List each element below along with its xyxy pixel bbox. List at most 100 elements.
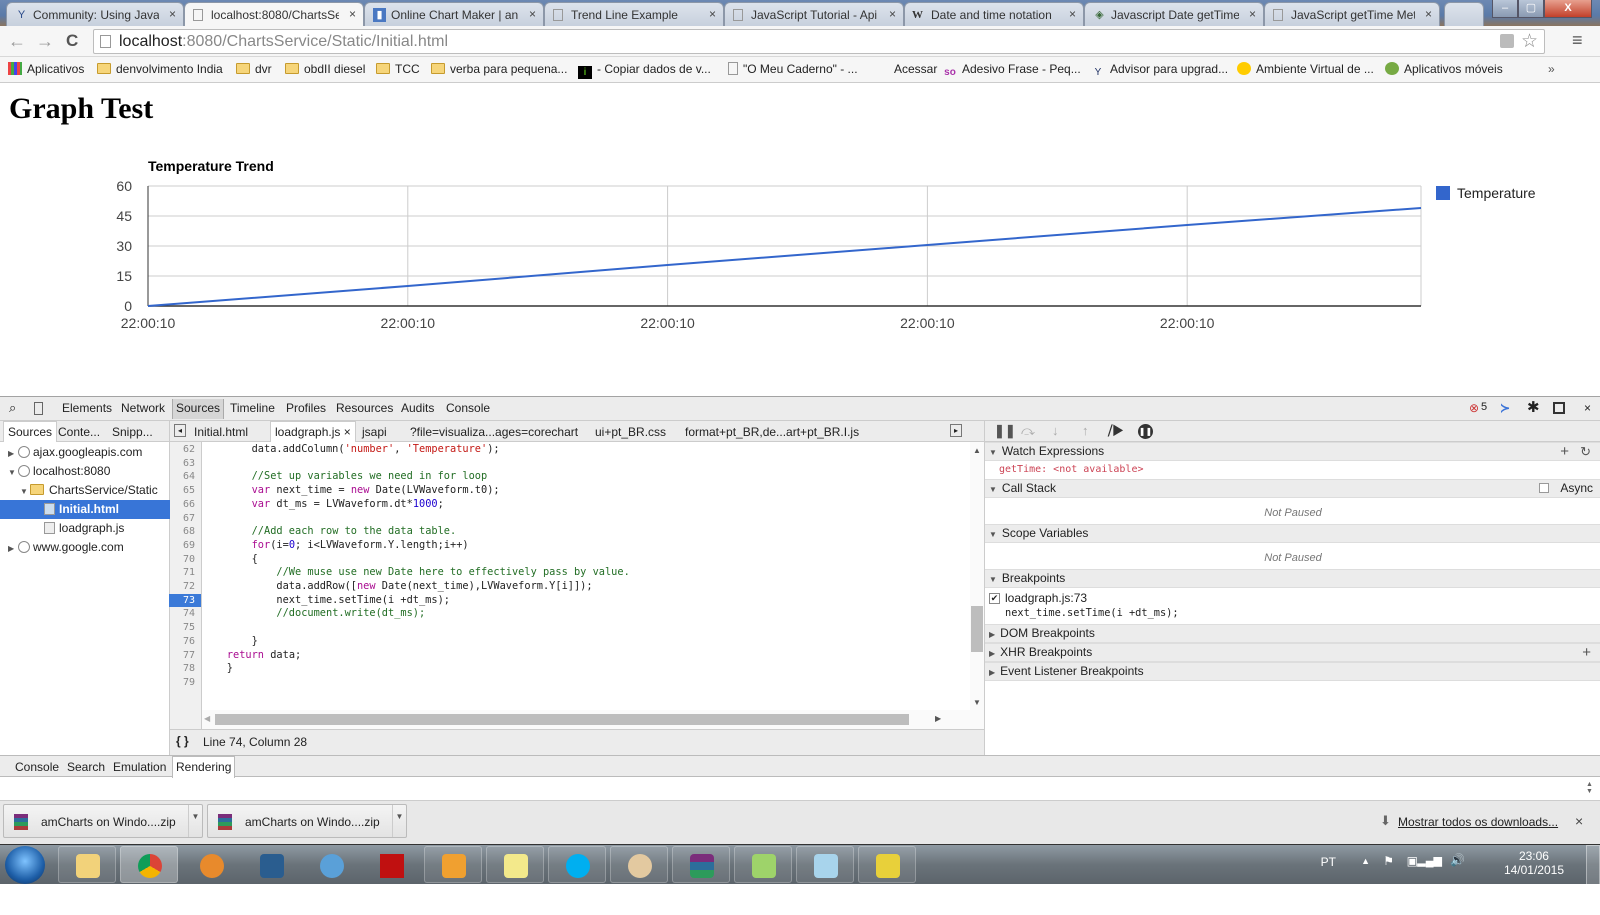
editor-tab[interactable]: ui+pt_BR.css <box>595 425 666 439</box>
bookmark-item[interactable]: Ambiente Virtual de ... <box>1237 62 1374 76</box>
dock-icon[interactable] <box>1553 402 1565 414</box>
taskbar-notepad[interactable] <box>796 846 854 883</box>
drawer-scroll-icon[interactable]: ▲ ▼ <box>1586 781 1593 795</box>
panel-tab-profiles[interactable]: Profiles <box>286 401 326 415</box>
browser-tab[interactable]: ◈ Javascript Date getTime × <box>1084 2 1264 26</box>
refresh-watch-icon[interactable]: ↻ <box>1580 443 1591 460</box>
error-count[interactable]: 5 <box>1481 401 1487 413</box>
line-number[interactable]: 68 <box>183 525 195 539</box>
inspect-search-icon[interactable]: ⌕ <box>9 400 16 416</box>
browser-tab[interactable]: Y Community: Using Java × <box>6 2 184 26</box>
bookmark-item[interactable]: TCC <box>376 62 420 76</box>
tree-item-folder[interactable]: ▼ ChartsService/Static <box>0 481 170 500</box>
minimize-button[interactable]: – <box>1492 0 1518 18</box>
taskbar-notepad-plus[interactable] <box>734 846 792 883</box>
show-all-downloads-link[interactable]: Mostrar todos os downloads... <box>1398 815 1558 829</box>
address-bar[interactable]: localhost:8080/ChartsService/Static/Init… <box>93 29 1545 54</box>
tree-item-domain[interactable]: ▼ localhost:8080 <box>0 462 170 481</box>
line-number[interactable]: 78 <box>183 662 195 676</box>
browser-tab[interactable]: ▮ Online Chart Maker | an × <box>364 2 544 26</box>
panel-tab-network[interactable]: Network <box>121 401 165 415</box>
dom-breakpoints-header[interactable]: ▶ DOM Breakpoints <box>985 624 1600 643</box>
line-number[interactable]: 79 <box>183 676 195 690</box>
watch-expression[interactable]: getTime: <not available> <box>999 464 1144 475</box>
line-number[interactable]: 75 <box>183 621 195 635</box>
call-stack-header[interactable]: ▼ Call Stack Async <box>985 479 1600 498</box>
navigator-tab-snippets[interactable]: Snipp... <box>112 425 153 439</box>
breakpoint-checkbox[interactable]: ✔ <box>989 593 1000 604</box>
breakpoint-location[interactable]: loadgraph.js:73 <box>1005 591 1087 605</box>
taskbar-sticky-notes[interactable] <box>486 846 544 883</box>
add-xhr-breakpoint-icon[interactable]: + <box>1582 644 1591 661</box>
taskbar-app[interactable] <box>242 846 300 883</box>
taskbar-chrome[interactable] <box>120 846 178 883</box>
bookmark-item[interactable]: "O Meu Caderno" - ... <box>728 62 858 76</box>
event-listener-breakpoints-header[interactable]: ▶ Event Listener Breakpoints <box>985 662 1600 681</box>
line-number[interactable]: 62 <box>183 443 195 457</box>
toggle-navigator-icon[interactable]: ◂ <box>174 424 186 437</box>
taskbar-messenger[interactable] <box>302 846 360 883</box>
tree-item-file[interactable]: loadgraph.js <box>0 519 170 538</box>
more-bookmarks-button[interactable]: » <box>1548 62 1555 76</box>
breakpoints-header[interactable]: ▼ Breakpoints <box>985 569 1600 588</box>
download-item[interactable]: amCharts on Windo....zip ▼ <box>207 804 407 838</box>
close-tab-icon[interactable]: × <box>1249 7 1256 21</box>
bookmark-star-icon[interactable]: ☆ <box>1521 30 1538 53</box>
show-desktop-button[interactable] <box>1586 845 1600 885</box>
line-number[interactable]: 77 <box>183 649 195 663</box>
panel-tab-audits[interactable]: Audits <box>401 401 434 415</box>
breakpoint-marker[interactable]: 73 <box>169 593 201 608</box>
line-number[interactable]: 76 <box>183 635 195 649</box>
vertical-scrollbar[interactable]: ▲ ▼ <box>970 442 984 710</box>
deactivate-breakpoints-icon[interactable]: ⧸▶ <box>1108 423 1124 439</box>
drawer-tab-rendering[interactable]: Rendering <box>172 756 236 778</box>
action-center-flag-icon[interactable]: ⚑ <box>1383 854 1394 868</box>
reload-button[interactable]: C <box>66 31 78 51</box>
taskbar-paint[interactable] <box>610 846 668 883</box>
error-icon[interactable]: ⊗ <box>1469 401 1479 415</box>
browser-tab[interactable]: W Date and time notation × <box>904 2 1084 26</box>
menu-icon[interactable]: ≡ <box>1572 30 1583 51</box>
close-tab-icon[interactable]: × <box>349 7 356 21</box>
step-out-icon[interactable]: ↑ <box>1082 423 1089 438</box>
add-watch-icon[interactable]: + <box>1560 443 1569 460</box>
line-number[interactable]: 64 <box>183 470 195 484</box>
bookmark-item[interactable]: denvolvimento India <box>97 62 223 76</box>
close-devtools-icon[interactable]: × <box>1584 401 1591 415</box>
tree-item-file-selected[interactable]: Initial.html <box>0 500 170 519</box>
taskbar-outlook[interactable] <box>424 846 482 883</box>
panel-tab-console[interactable]: Console <box>446 401 490 415</box>
taskbar-explorer[interactable] <box>58 846 116 883</box>
translate-icon[interactable] <box>1500 34 1514 48</box>
new-tab-button[interactable] <box>1444 2 1484 26</box>
language-indicator[interactable]: PT <box>1321 855 1336 869</box>
drawer-tab-emulation[interactable]: Emulation <box>113 760 166 774</box>
line-number[interactable]: 65 <box>183 484 195 498</box>
close-tab-icon[interactable]: × <box>889 7 896 21</box>
bookmark-item[interactable]: verba para pequena... <box>431 62 567 76</box>
browser-tab-active[interactable]: localhost:8080/ChartsSe × <box>184 2 364 26</box>
step-over-icon[interactable]: ⤼ <box>1021 423 1035 439</box>
clock[interactable]: 23:06 14/01/2015 <box>1504 849 1564 877</box>
back-button[interactable]: ← <box>8 31 26 51</box>
step-into-icon[interactable]: ↓ <box>1052 423 1059 438</box>
panel-tab-elements[interactable]: Elements <box>62 401 112 415</box>
bookmark-item[interactable]: i- Copiar dados de v... <box>578 62 711 79</box>
tree-item-domain[interactable]: ▶ ajax.googleapis.com <box>0 443 170 462</box>
code-view[interactable]: data.addColumn('number', 'Temperature');… <box>202 442 970 710</box>
bookmark-item[interactable]: dvr <box>236 62 272 76</box>
network-signal-icon[interactable]: ▂▄▆ <box>1417 854 1442 867</box>
download-options-icon[interactable]: ▼ <box>188 805 202 837</box>
bookmark-item[interactable]: so Adesivo Frase - Peq... <box>943 62 1081 79</box>
scope-variables-header[interactable]: ▼ Scope Variables <box>985 524 1600 543</box>
device-mode-icon[interactable] <box>34 402 43 415</box>
download-options-icon[interactable]: ▼ <box>392 805 406 837</box>
editor-tab[interactable]: ?file=visualiza...ages=corechart <box>410 425 578 439</box>
bookmark-item[interactable]: Aplicativos <box>8 62 84 76</box>
console-drawer-icon[interactable]: ≻ <box>1500 401 1510 415</box>
bookmark-item[interactable]: Acessar <box>894 62 937 76</box>
pause-icon[interactable]: ❚❚ <box>994 423 1016 439</box>
browser-tab[interactable]: JavaScript getTime Met × <box>1264 2 1440 26</box>
window-close-button[interactable]: X <box>1544 0 1592 18</box>
taskbar-winrar[interactable] <box>672 846 730 883</box>
